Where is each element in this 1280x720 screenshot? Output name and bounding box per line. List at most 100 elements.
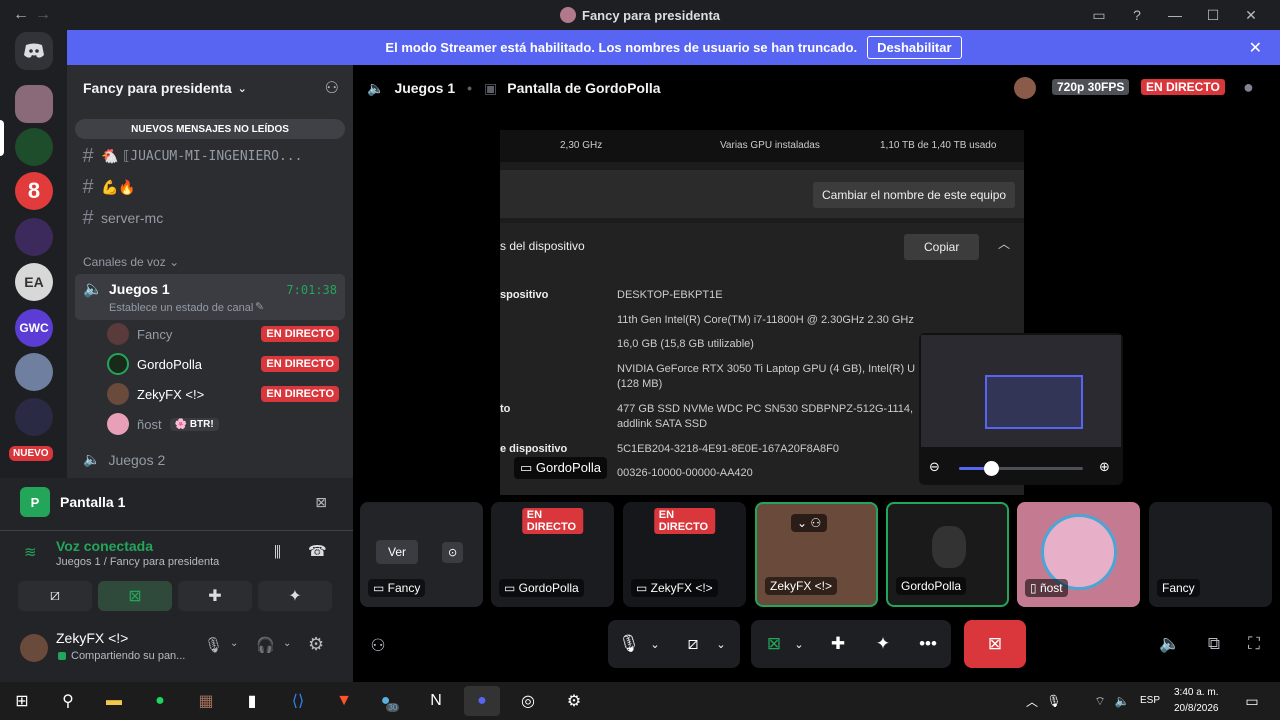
soundboard-icon[interactable]: ✦: [868, 629, 898, 659]
chevron-up-icon[interactable]: ︿: [998, 235, 1010, 252]
app-icon[interactable]: ▦: [188, 686, 224, 716]
volume-icon[interactable]: 🔈: [1157, 631, 1183, 657]
notifications-icon[interactable]: ▭: [1234, 686, 1270, 716]
obs-icon[interactable]: ◎: [510, 686, 546, 716]
clock-date[interactable]: 20/8/2026: [1174, 703, 1219, 714]
zoom-in-icon[interactable]: ⊕: [1099, 459, 1110, 475]
voice-user[interactable]: GordoPolla EN DIRECTO: [107, 352, 347, 376]
participant-tile[interactable]: Fancy: [1149, 502, 1272, 607]
discord-home-icon[interactable]: [15, 32, 53, 70]
pencil-icon[interactable]: ✎: [255, 300, 264, 313]
voice-user[interactable]: ZekyFX <!> EN DIRECTO: [107, 382, 347, 406]
server-icon-cat[interactable]: [15, 353, 53, 391]
guild-header[interactable]: Fancy para presidenta ⌄ ⚇: [67, 65, 353, 111]
connection-icon[interactable]: ≋: [24, 543, 37, 561]
inbox-icon[interactable]: ▭: [1080, 7, 1118, 24]
server-icon-active[interactable]: [15, 85, 53, 123]
disable-button[interactable]: Deshabilitar: [867, 36, 962, 59]
voice-user[interactable]: ñost 🌸 BTR!: [107, 412, 347, 436]
viewer-avatar[interactable]: [1014, 77, 1036, 99]
discord-icon[interactable]: ●: [464, 686, 500, 716]
screen-share-preview[interactable]: P Pantalla 1 ⊠: [8, 481, 345, 523]
close-icon[interactable]: ✕: [1232, 7, 1270, 24]
add-member-icon[interactable]: ⚇: [325, 78, 339, 98]
headphones-icon[interactable]: 🎧: [256, 636, 275, 654]
participant-tile[interactable]: Ver ⊙ ▭ Fancy: [360, 502, 483, 607]
clock-time[interactable]: 3:40 a. m.: [1174, 687, 1218, 698]
notion-icon[interactable]: N: [418, 686, 454, 716]
chevron-down-icon[interactable]: ⌄: [791, 629, 807, 659]
popout-icon[interactable]: ⧉: [1201, 631, 1227, 657]
server-icon-family[interactable]: [15, 218, 53, 256]
microphone-icon[interactable]: 🎙: [614, 629, 644, 659]
chevron-down-icon[interactable]: ⌄: [646, 629, 664, 659]
app-icon[interactable]: ● 30: [372, 686, 408, 716]
screen-share-icon[interactable]: ⊠: [759, 629, 789, 659]
rename-button[interactable]: Cambiar el nombre de este equipo: [813, 182, 1016, 208]
participant-tile[interactable]: ⌄ ⚇ ZekyFX <!>: [755, 502, 878, 607]
leave-call-button[interactable]: ⊠: [964, 620, 1026, 668]
participant-tile[interactable]: EN DIRECTO ▭ ZekyFX <!>: [623, 502, 746, 607]
help-icon[interactable]: ?: [1118, 7, 1156, 23]
forward-arrow-icon[interactable]: →: [32, 6, 54, 24]
chevron-down-icon[interactable]: ⌄: [283, 638, 291, 649]
voice-user[interactable]: Fancy EN DIRECTO: [107, 322, 347, 346]
vscode-icon[interactable]: ⟨⟩: [280, 686, 316, 716]
chevron-down-icon[interactable]: ⌄: [712, 629, 730, 659]
user-name[interactable]: ZekyFX <!>: [56, 630, 128, 646]
settings-gear-icon[interactable]: ⚙: [556, 686, 592, 716]
app-icon[interactable]: ▮: [234, 686, 270, 716]
server-icon-gwc[interactable]: GWC: [15, 309, 53, 347]
windows-start-icon[interactable]: ⊞: [4, 686, 40, 716]
activities-button[interactable]: ✚: [178, 581, 252, 611]
volume-icon[interactable]: 🔈: [1104, 686, 1140, 716]
camera-off-button[interactable]: ⧄: [18, 581, 92, 611]
chevron-down-icon[interactable]: ⌄: [230, 638, 238, 649]
close-banner-icon[interactable]: ✕: [1249, 38, 1262, 58]
server-icon-8[interactable]: 8: [15, 172, 53, 210]
maximize-icon[interactable]: ☐: [1194, 7, 1232, 24]
zoom-out-icon[interactable]: ⊖: [929, 459, 940, 475]
screen-share-button[interactable]: ⊠: [98, 581, 172, 611]
fullscreen-icon[interactable]: ⛶: [1241, 631, 1267, 657]
preview-viewport[interactable]: [985, 375, 1083, 429]
camera-off-icon[interactable]: ⧄: [678, 629, 708, 659]
watch-button[interactable]: Ver: [376, 540, 419, 564]
microphone-icon[interactable]: 🎙: [1036, 686, 1072, 716]
search-icon[interactable]: ⚲: [50, 686, 86, 716]
server-icon-pixel[interactable]: [15, 398, 53, 436]
back-arrow-icon[interactable]: ←: [10, 6, 32, 24]
voice-category[interactable]: Canales de voz ⌄: [83, 255, 179, 269]
tile-controls[interactable]: ⌄ ⚇: [791, 514, 828, 532]
zoom-preview[interactable]: ⊖ ⊕: [919, 333, 1123, 485]
voice-channel[interactable]: 🔈 Juegos 2: [83, 451, 165, 468]
participant-tile[interactable]: EN DIRECTO ▭ GordoPolla: [491, 502, 614, 607]
popout-icon[interactable]: ⊙: [442, 542, 464, 563]
zoom-slider-thumb[interactable]: [984, 461, 999, 476]
spotify-icon[interactable]: ●: [142, 686, 178, 716]
disconnect-icon[interactable]: ☎: [308, 542, 327, 560]
server-icon-ea[interactable]: EA: [15, 263, 53, 301]
server-icon-hacker[interactable]: [15, 128, 53, 166]
language-indicator[interactable]: ESP: [1140, 695, 1160, 706]
activities-icon[interactable]: ✚: [823, 629, 853, 659]
voice-location[interactable]: Juegos 1 / Fancy para presidenta: [56, 556, 219, 568]
microphone-icon[interactable]: 🎙: [204, 636, 223, 654]
participant-tile[interactable]: ▯ ñost: [1017, 502, 1140, 607]
avatar[interactable]: [20, 634, 48, 662]
unread-messages-banner[interactable]: NUEVOS MENSAJES NO LEÍDOS: [75, 119, 345, 139]
minimize-icon[interactable]: —: [1156, 7, 1194, 23]
more-options-icon[interactable]: •••: [913, 629, 943, 659]
voice-status[interactable]: Voz conectada: [56, 538, 153, 554]
text-channel[interactable]: # 💪🔥: [75, 172, 345, 202]
stop-share-icon[interactable]: ⊠: [315, 494, 327, 511]
settings-gear-icon[interactable]: ⚙: [308, 634, 324, 655]
voice-channel-active[interactable]: 🔈 Juegos 1 7:01:38 Establece un estado d…: [75, 274, 345, 320]
text-channel[interactable]: # 🐔 ⟦JUACUM-MI-INGENIERO...: [75, 141, 345, 171]
channel-status[interactable]: Establece un estado de canal: [109, 302, 253, 314]
soundboard-button[interactable]: ✦: [258, 581, 332, 611]
text-channel[interactable]: # server-mc: [75, 203, 345, 233]
brave-icon[interactable]: ▼: [326, 686, 362, 716]
chat-bubble-icon[interactable]: ●: [1243, 77, 1254, 98]
noise-suppression-icon[interactable]: ⫼: [274, 544, 281, 561]
